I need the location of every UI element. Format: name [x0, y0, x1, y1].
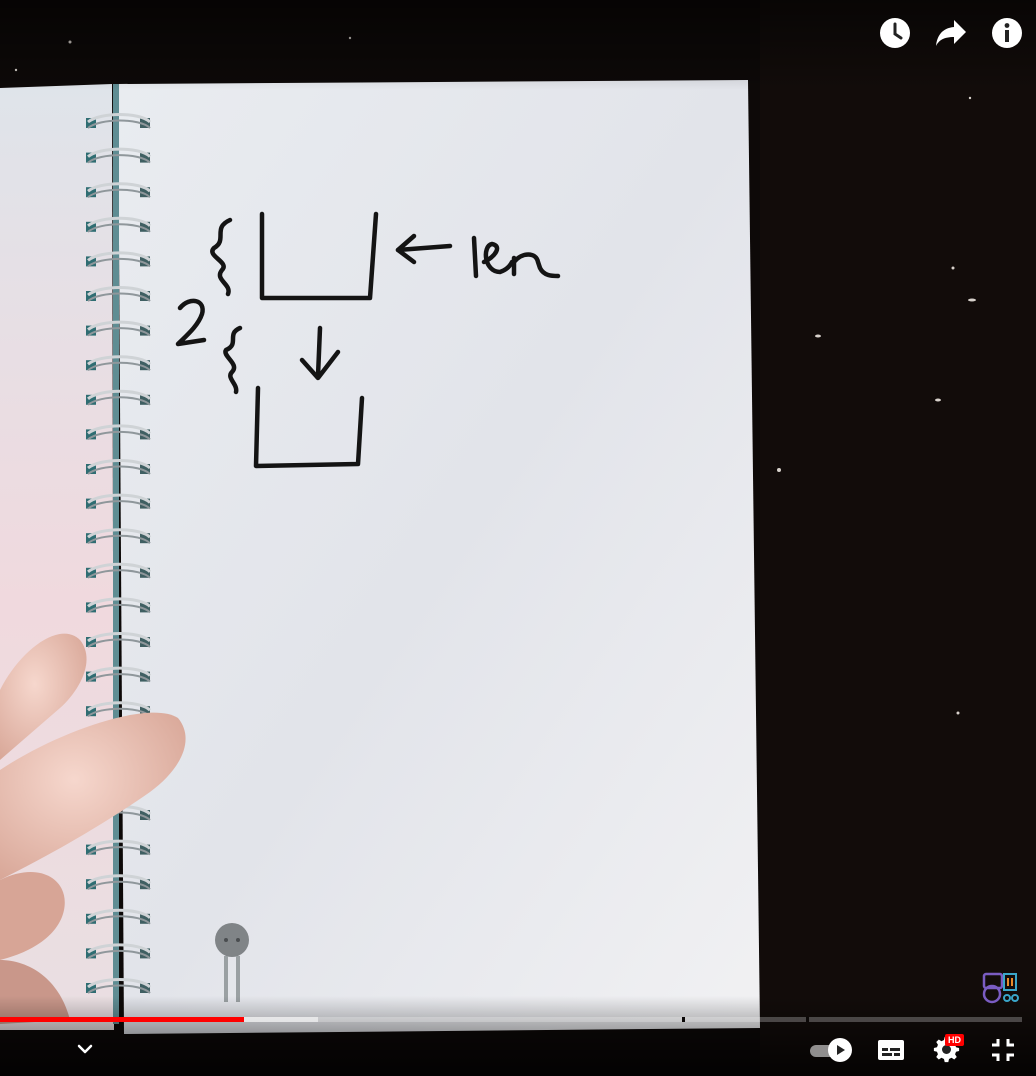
- share-button[interactable]: [932, 14, 970, 52]
- exit-fullscreen-icon: [992, 1039, 1014, 1061]
- chapter-marker: [681, 1017, 685, 1022]
- channel-watermark-logo[interactable]: [980, 968, 1022, 1006]
- progress-played: [0, 1017, 245, 1022]
- clock-icon: [880, 18, 910, 48]
- chevron-down-icon: [77, 1044, 93, 1054]
- exit-fullscreen-button[interactable]: [984, 1032, 1022, 1068]
- hd-badge: HD: [945, 1034, 964, 1046]
- collapse-button[interactable]: [70, 1034, 100, 1064]
- autoplay-knob: [828, 1038, 852, 1062]
- info-button[interactable]: [988, 14, 1026, 52]
- watch-later-button[interactable]: [876, 14, 914, 52]
- share-arrow-icon: [936, 20, 966, 46]
- right-controls: HD: [808, 1032, 1022, 1068]
- video-player[interactable]: len 2: [0, 0, 1036, 1076]
- info-icon: [992, 18, 1022, 48]
- notebook-page: [118, 80, 760, 1034]
- bottom-controls: HD: [0, 1030, 1036, 1070]
- play-icon: [837, 1045, 845, 1055]
- chapter-marker: [806, 1017, 810, 1022]
- autoplay-toggle[interactable]: [808, 1032, 854, 1068]
- subtitles-button[interactable]: [872, 1032, 910, 1068]
- progress-bar[interactable]: [0, 1017, 1022, 1022]
- video-frame: [0, 0, 1036, 1076]
- top-controls: [876, 14, 1026, 52]
- settings-button[interactable]: HD: [928, 1032, 966, 1068]
- subtitles-icon: [878, 1040, 904, 1060]
